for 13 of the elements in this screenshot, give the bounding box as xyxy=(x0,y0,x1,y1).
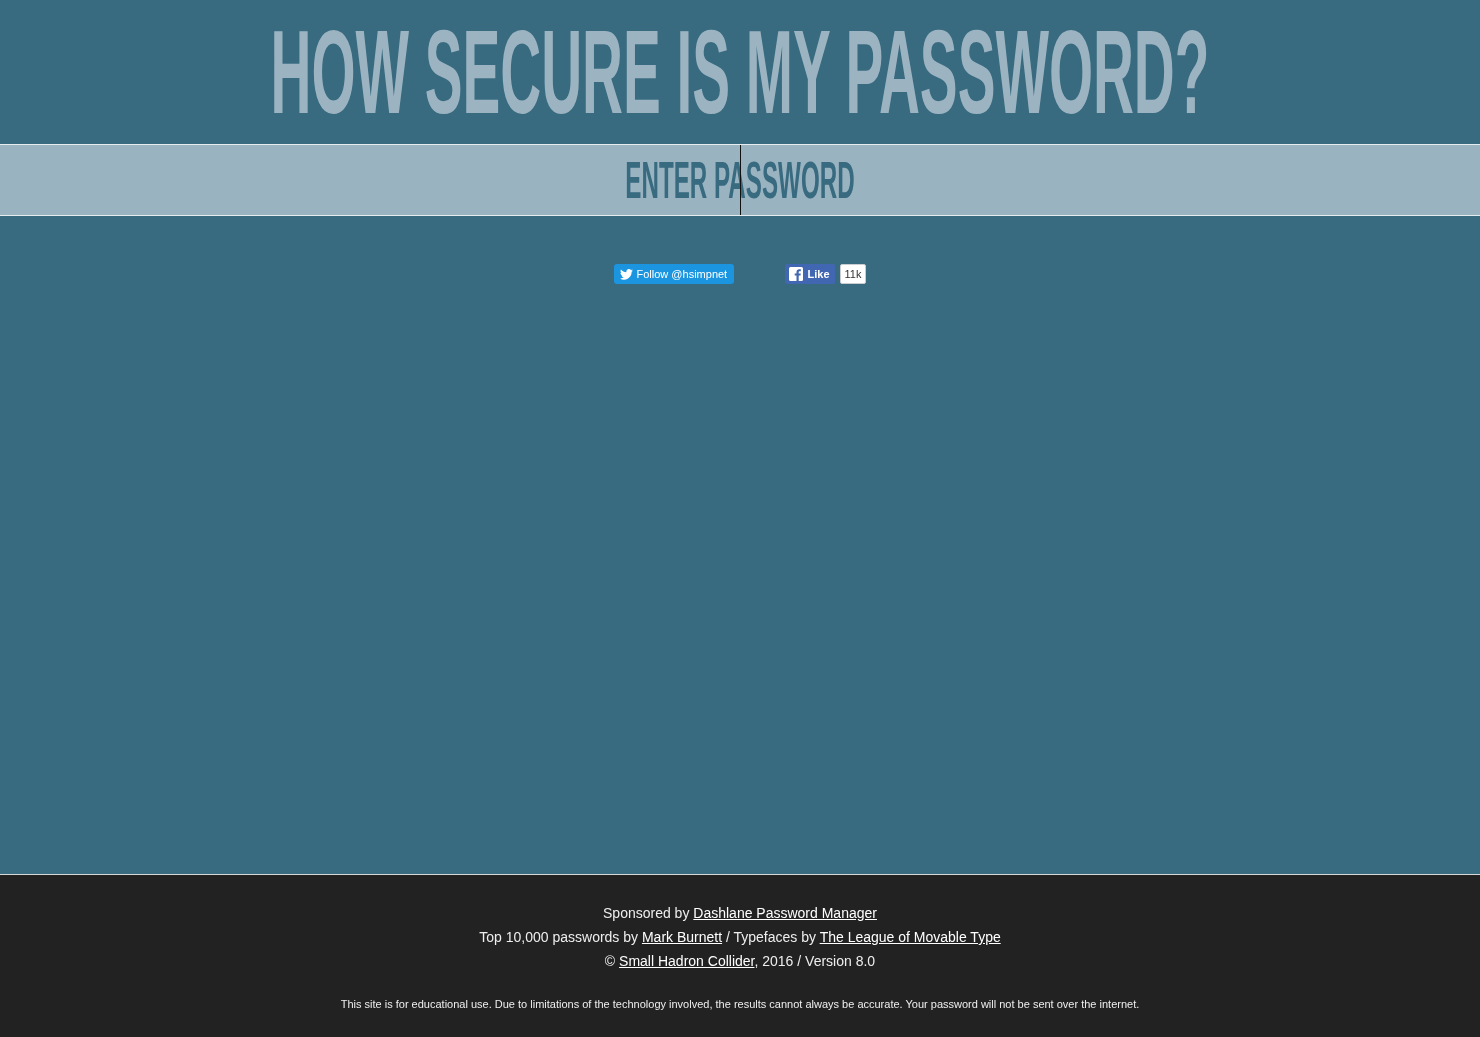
page-title: HOW SECURE IS MY PASSWORD? xyxy=(270,5,1210,140)
footer-link[interactable]: The League of Movable Type xyxy=(819,929,1001,945)
footer-link[interactable]: Small Hadron Collider xyxy=(619,953,755,969)
footer-line: Top 10,000 passwords by Mark Burnett / Typefaces by The League of Movable Type xyxy=(478,928,1002,947)
like-count: 11k xyxy=(839,264,867,284)
bird-icon xyxy=(619,268,633,280)
letter-f-icon xyxy=(788,267,803,281)
disclaimer-text: This site is for educational use. Due to limitations of the technology involved, the results cannot always be accurate. Your password will not be sent over the internet. xyxy=(339,997,1141,1011)
footer-link[interactable]: Dashlane Password Manager xyxy=(693,905,877,921)
footer-line: © Small Hadron Collider, 2016 / Version 8.0 xyxy=(603,952,877,971)
like-button[interactable]: Like xyxy=(784,264,835,284)
footer-line: Sponsored by Dashlane Password Manager xyxy=(602,904,878,923)
footer-link[interactable]: Mark Burnett xyxy=(641,929,723,945)
